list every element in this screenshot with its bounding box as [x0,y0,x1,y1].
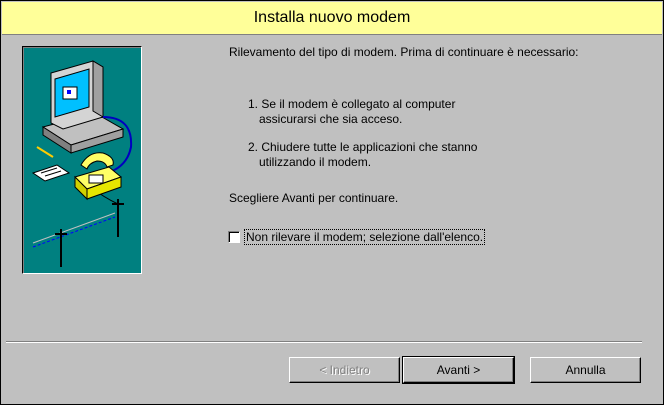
wizard-window: Installa nuovo modem Rilevamento del tip… [0,0,664,405]
back-button[interactable]: < Indietro [289,357,400,383]
skip-detection-checkbox-row[interactable]: Non rilevare il modem; selezione dall'el… [228,229,486,245]
phone-line-icon [32,186,124,267]
wizard-illustration [22,46,142,274]
footer-separator [6,341,642,343]
step-1-line2: assicurarsi che sia acceso. [259,112,403,126]
skip-detection-checkbox[interactable] [228,231,240,243]
computer-icon [41,60,133,174]
continue-text: Scegliere Avanti per continuare. [229,191,399,205]
telephone-icon [74,152,122,201]
step-1-line1: 1. Se il modem è collegato al computer [248,97,456,111]
step-1: 1. Se il modem è collegato al computer a… [248,97,455,127]
step-2-line1: 2. Chiudere tutte le applicazioni che st… [248,140,478,154]
notepad-icon [31,146,71,182]
cancel-button[interactable]: Annulla [530,357,641,383]
intro-text: Rilevamento del tipo di modem. Prima di … [229,45,579,59]
wizard-body: Rilevamento del tipo di modem. Prima di … [6,35,658,401]
next-button[interactable]: Avanti > [402,356,515,384]
window-title: Installa nuovo modem [253,9,411,26]
step-2-line2: utilizzando il modem. [259,155,372,169]
step-2: 2. Chiudere tutte le applicazioni che st… [248,140,477,170]
title-bar: Installa nuovo modem [2,2,662,35]
skip-detection-label[interactable]: Non rilevare il modem; selezione dall'el… [243,229,486,245]
